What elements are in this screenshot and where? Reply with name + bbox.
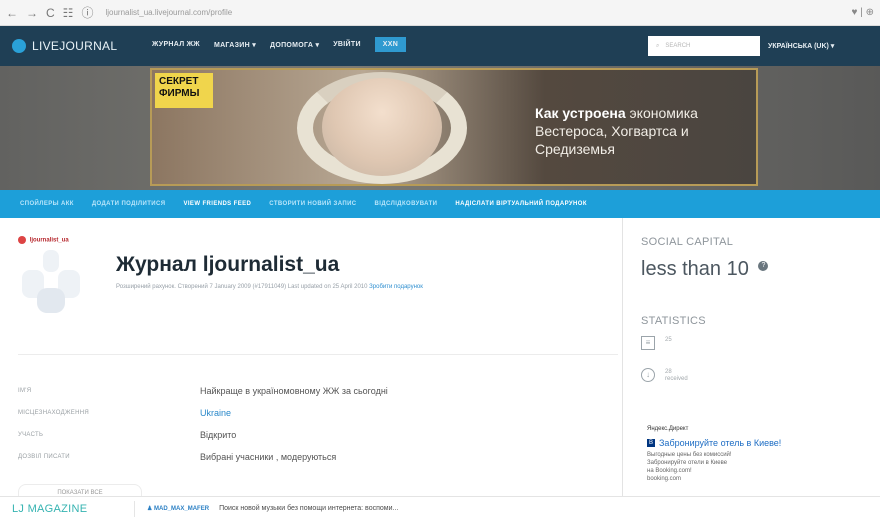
reload-icon[interactable]: C	[46, 6, 55, 20]
search-icon: ⌕	[656, 42, 660, 49]
row-label-location: МІСЦЕЗНАХОДЖЕННЯ	[18, 410, 90, 416]
menu-item-xxn[interactable]: XXN	[374, 36, 407, 52]
booking-icon: B	[647, 439, 655, 447]
avatar-shape-top	[43, 250, 59, 272]
stat-received-value: 28 received	[665, 369, 688, 383]
row-label-name: ІМ'Я	[18, 388, 32, 394]
search-input[interactable]: ⌕ SEARCH	[648, 36, 760, 56]
avatar-shape-bottom	[37, 288, 65, 313]
ad-description: Выгодные цены без комиссий! Забронируйте…	[647, 451, 847, 483]
ad-desc-line-1: Выгодные цены без комиссий!	[647, 452, 732, 458]
document-icon: ≡	[641, 336, 655, 350]
divider	[18, 354, 618, 355]
row-label-posting: ДОЗВІЛ ПИСАТИ	[18, 454, 70, 460]
profile-row-location: МІСЦЕЗНАХОДЖЕННЯ Ukraine	[18, 406, 578, 422]
browser-right-icons[interactable]: ♥ | ⊕	[852, 7, 874, 18]
banner-line-2: Вестероса, Хогвартса и	[535, 123, 689, 139]
banner-line-1: Как устроена экономика	[535, 104, 698, 122]
action-item-view-friends-feed[interactable]: VIEW FRIENDS FEED	[183, 201, 251, 207]
footer-user-link[interactable]: ♟ MAD_MAX_MAFER	[147, 505, 209, 512]
top-navigation: LIVEJOURNAL ЖУРНАЛ ЖЖ МАГАЗИН ▾ ДОПОМОГА…	[0, 26, 880, 66]
browser-bar: ← → C ☷ ⓘ ljournalist_ua.livejournal.com…	[0, 0, 880, 26]
banner-badge: СЕКРЕТ ФИРМЫ	[155, 73, 213, 108]
page-title: Журнал ljournalist_ua	[116, 253, 340, 276]
livejournal-logo-icon	[12, 39, 26, 53]
ad-title-text: Забронируйте отель в Киеве!	[659, 438, 782, 448]
row-value-name: Найкраще в україномовному ЖЖ за сьогодні	[200, 386, 388, 396]
action-item-track[interactable]: ВІДСЛІДКОВУВАТИ	[375, 201, 438, 207]
banner-copy: Как устроена экономика Вестероса, Хогвар…	[535, 104, 698, 158]
livejournal-logo[interactable]: LIVEJOURNAL	[12, 39, 132, 53]
back-icon[interactable]: ←	[6, 6, 18, 20]
footer-article-link[interactable]: Поиск новой музыки без помощи интернета:…	[219, 505, 398, 512]
search-placeholder: SEARCH	[665, 43, 691, 49]
stat-entries-value: 25	[665, 337, 672, 343]
profile-row-membership: УЧАСТЬ Відкрито	[18, 428, 578, 444]
lj-magazine-logo[interactable]: LJ MAGAZINE	[12, 503, 124, 515]
banner-frame: СЕКРЕТ ФИРМЫ Как устроена экономика Вест…	[150, 68, 758, 186]
stat-received-number: 28	[665, 369, 672, 375]
menu-item-shop[interactable]: МАГАЗИН ▾	[214, 41, 256, 52]
banner-line-1-thin: экономика	[629, 105, 698, 121]
row-value-membership: Відкрито	[200, 430, 237, 440]
menu-item-help[interactable]: ДОПОМОГА ▾	[270, 41, 319, 52]
apps-icon[interactable]: ☷	[63, 6, 74, 20]
social-capital-value: less than 10 ?	[641, 258, 769, 281]
profile-actions-bar: СПОЙЛЕРЫ АКК ДОДАТИ ПОДІЛИТИСЯ VIEW FRIE…	[0, 190, 880, 218]
row-label-membership: УЧАСТЬ	[18, 432, 44, 438]
row-value-posting: Вибрані учасники , модеруються	[200, 452, 337, 462]
social-capital-label: SOCIAL CAPITAL	[641, 236, 734, 248]
ad-banner[interactable]: СЕКРЕТ ФИРМЫ Как устроена экономика Вест…	[0, 66, 880, 190]
social-capital-value-text: less than 10	[641, 258, 749, 280]
stat-received: ↓ 28 received	[641, 368, 688, 383]
action-item-2[interactable]: ДОДАТИ ПОДІЛИТИСЯ	[92, 201, 166, 207]
address-bar[interactable]: ljournalist_ua.livejournal.com/profile	[105, 8, 232, 17]
footer-separator	[134, 500, 135, 517]
ad-source: Яндекс.Директ	[647, 426, 689, 432]
user-icon	[18, 236, 26, 244]
action-item-1[interactable]: СПОЙЛЕРЫ АКК	[20, 201, 74, 207]
ad-title[interactable]: B Забронируйте отель в Киеве!	[647, 438, 847, 448]
livejournal-logo-text: LIVEJOURNAL	[32, 39, 118, 53]
language-selector[interactable]: УКРАЇНСЬКА (UK) ▾	[768, 42, 834, 50]
profile-row-name: ІМ'Я Найкраще в україномовному ЖЖ за сьо…	[18, 384, 578, 400]
stat-received-caption: received	[665, 376, 688, 382]
username-link[interactable]: ljournalist_ua	[18, 236, 69, 244]
sidebar-ad[interactable]: Яндекс.Директ B Забронируйте отель в Кие…	[647, 426, 847, 483]
row-value-location[interactable]: Ukraine	[200, 408, 231, 418]
download-icon: ↓	[641, 368, 655, 382]
statistics-label: STATISTICS	[641, 315, 706, 327]
ad-desc-line-2: Забронируйте отели в Киеве	[647, 460, 728, 466]
avatar	[18, 250, 84, 316]
action-item-create-entry[interactable]: СТВОРИТИ НОВИЙ ЗАПИС	[269, 201, 356, 207]
menu-item-login[interactable]: УВІЙТИ	[333, 41, 361, 52]
profile-sidebar: SOCIAL CAPITAL less than 10 ? STATISTICS…	[623, 218, 880, 496]
info-icon: ⓘ	[81, 6, 94, 20]
ad-desc-line-3: на Booking.com!	[647, 468, 692, 474]
info-icon[interactable]: ?	[758, 261, 769, 272]
gift-link[interactable]: Зробити подарунок	[369, 284, 423, 290]
profile-row-posting: ДОЗВІЛ ПИСАТИ Вибрані учасники , модерую…	[18, 450, 578, 466]
profile-main: ljournalist_ua Журнал ljournalist_ua Роз…	[0, 218, 620, 502]
forward-icon[interactable]: →	[26, 6, 38, 20]
footer-bar: LJ MAGAZINE ♟ MAD_MAX_MAFER Поиск новой …	[0, 496, 880, 520]
profile-meta-text: Розширений рахунок. Створений 7 January …	[116, 284, 368, 290]
ad-desc-line-4: booking.com	[647, 476, 682, 482]
main-menu: ЖУРНАЛ ЖЖ МАГАЗИН ▾ ДОПОМОГА ▾ УВІЙТИ XX…	[152, 36, 407, 52]
action-item-send-gift[interactable]: НАДІСЛАТИ ВІРТУАЛЬНИЙ ПОДАРУНОК	[455, 201, 587, 207]
stat-entries: ≡ 25	[641, 336, 672, 350]
banner-line-3: Средиземья	[535, 141, 615, 157]
banner-portrait	[322, 78, 442, 176]
profile-meta: Розширений рахунок. Створений 7 January …	[116, 282, 586, 292]
menu-item-journal[interactable]: ЖУРНАЛ ЖЖ	[152, 41, 200, 52]
username-text: ljournalist_ua	[29, 237, 69, 244]
banner-line-1-bold: Как устроена	[535, 105, 626, 121]
